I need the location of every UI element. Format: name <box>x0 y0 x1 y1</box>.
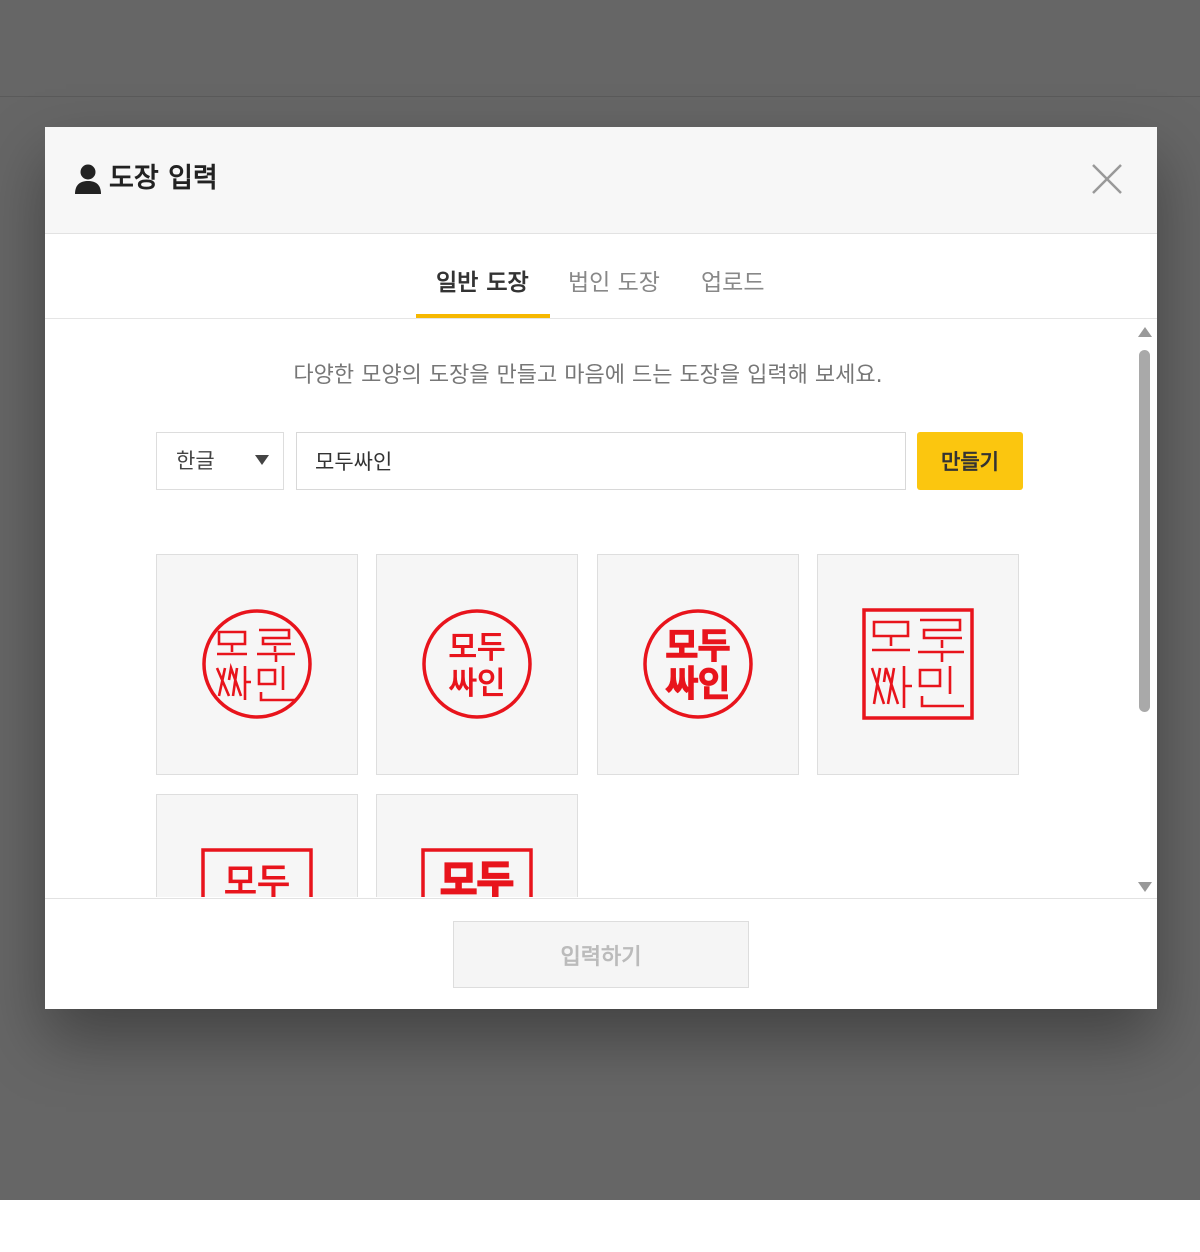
stamp-option-circle-seal[interactable] <box>156 554 358 775</box>
language-select-value: 한글 <box>176 449 215 473</box>
stamp-name-input[interactable] <box>296 432 906 490</box>
tab-corporate-stamp[interactable]: 법인 도장 <box>568 266 660 300</box>
stamp-type-tabs: 일반 도장 법인 도장 업로드 <box>45 234 1157 319</box>
language-select[interactable]: 한글 <box>156 432 284 490</box>
stamp-option-circle-regular[interactable]: 모두 싸인 <box>376 554 578 775</box>
background-divider <box>0 96 1200 97</box>
square-seal-stamp-icon <box>862 608 974 720</box>
stamp-option-circle-bold[interactable]: 모두 싸인 <box>597 554 799 775</box>
square-bold-stamp-icon: 모두 싸인 <box>421 848 533 897</box>
make-stamp-button[interactable]: 만들기 <box>917 432 1023 490</box>
stamp-line1: 모두 <box>666 627 730 667</box>
tab-upload[interactable]: 업로드 <box>701 266 764 300</box>
content-scrollbar[interactable] <box>1137 324 1153 896</box>
modal-header: 도장 입력 <box>45 127 1157 234</box>
active-tab-indicator <box>416 314 550 318</box>
stamp-line2: 싸인 <box>448 666 505 702</box>
stamp-option-square-regular[interactable]: 모두 싸인 <box>156 794 358 897</box>
modal-title: 도장 입력 <box>109 163 218 194</box>
square-regular-stamp-icon: 모두 싸인 <box>201 848 313 897</box>
scroll-up-arrow-icon[interactable] <box>1138 327 1152 337</box>
stamp-line1: 모두 <box>440 858 514 897</box>
circle-regular-stamp-icon: 모두 싸인 <box>422 609 532 719</box>
chevron-down-icon <box>255 455 269 465</box>
stamp-creator-content: 다양한 모양의 도장을 만들고 마음에 드는 도장을 입력해 보세요. 한글 만… <box>45 319 1157 897</box>
stamp-option-square-seal[interactable] <box>817 554 1019 775</box>
modal-footer: 입력하기 <box>45 898 1157 1009</box>
stamp-line1: 모두 <box>224 862 290 897</box>
scroll-down-arrow-icon[interactable] <box>1138 882 1152 892</box>
stamp-line2: 싸인 <box>666 665 730 705</box>
stamp-input-modal: 도장 입력 일반 도장 법인 도장 업로드 다양한 모양의 도장을 만들고 마음… <box>45 127 1157 1009</box>
tab-general-stamp[interactable]: 일반 도장 <box>436 266 529 300</box>
submit-stamp-button[interactable]: 입력하기 <box>453 921 749 988</box>
stamp-option-square-bold[interactable]: 모두 싸인 <box>376 794 578 897</box>
circle-seal-stamp-icon <box>202 609 312 719</box>
close-icon[interactable] <box>1087 159 1127 199</box>
stamp-line1: 모두 <box>448 630 505 666</box>
scroll-thumb[interactable] <box>1139 350 1150 712</box>
user-icon <box>75 164 101 194</box>
stamp-options-grid: 모두 싸인 모두 싸인 모두 모두 <box>156 554 1026 897</box>
description-text: 다양한 모양의 도장을 만들고 마음에 드는 도장을 입력해 보세요. <box>293 363 883 388</box>
circle-bold-stamp-icon: 모두 싸인 <box>643 609 753 719</box>
